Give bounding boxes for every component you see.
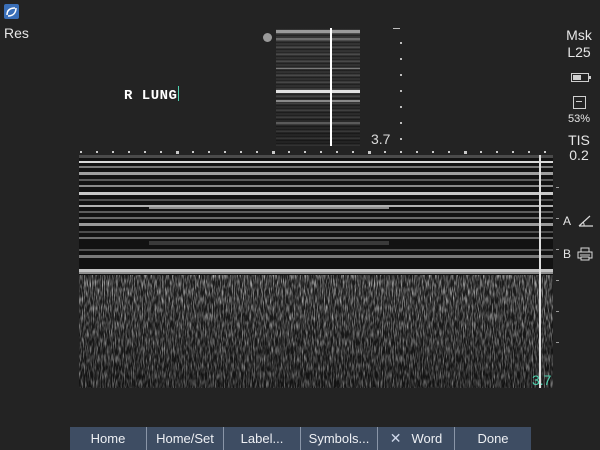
word-softkey-label: Word <box>411 431 443 446</box>
softkey-bar: Home Home/Set Label... Symbols... ✕ Word … <box>70 427 531 450</box>
text-cursor <box>178 86 180 101</box>
mmode-trace <box>79 155 553 388</box>
ruler-icon[interactable] <box>578 214 594 233</box>
printer-icon[interactable] <box>577 247 593 266</box>
bmode-thumbnail <box>276 28 360 146</box>
dot-icon <box>263 33 272 42</box>
tis-value: 0.2 <box>569 147 589 163</box>
symbols-softkey[interactable]: Symbols... <box>300 427 377 450</box>
transducer-label: L25 <box>567 44 591 60</box>
home-set-softkey[interactable]: Home/Set <box>146 427 223 450</box>
marker-b-label: B <box>563 247 572 261</box>
preset-label: Msk <box>566 27 592 43</box>
logo-icon <box>4 4 19 19</box>
annotation-text: R LUNG <box>124 88 178 104</box>
symbols-softkey-label: Symbols... <box>308 431 370 446</box>
x-icon: ✕ <box>389 430 402 446</box>
label-softkey-label: Label... <box>240 431 284 446</box>
marker-a-label: A <box>563 214 572 228</box>
word-softkey[interactable]: ✕ Word <box>377 427 454 450</box>
storage-percent: 53% <box>567 113 591 125</box>
mmode-cursor-line[interactable] <box>330 28 332 146</box>
resolution-mode-label: Res <box>4 25 29 41</box>
disk-icon <box>573 96 586 109</box>
done-softkey[interactable]: Done <box>454 427 531 450</box>
mmode-depth: 3.7 <box>532 372 552 388</box>
home-set-softkey-label: Home/Set <box>156 431 214 446</box>
done-softkey-label: Done <box>477 431 509 446</box>
depth-scale-top-tick <box>393 28 400 29</box>
tis-label: TIS <box>568 132 590 148</box>
annotation-label[interactable]: R LUNG <box>124 86 180 104</box>
home-softkey[interactable]: Home <box>70 427 146 450</box>
thumbnail-depth: 3.7 <box>371 131 391 147</box>
label-softkey[interactable]: Label... <box>223 427 300 450</box>
home-softkey-label: Home <box>90 431 126 446</box>
mmode-time-cursor[interactable] <box>539 155 541 388</box>
battery-icon <box>571 73 591 82</box>
